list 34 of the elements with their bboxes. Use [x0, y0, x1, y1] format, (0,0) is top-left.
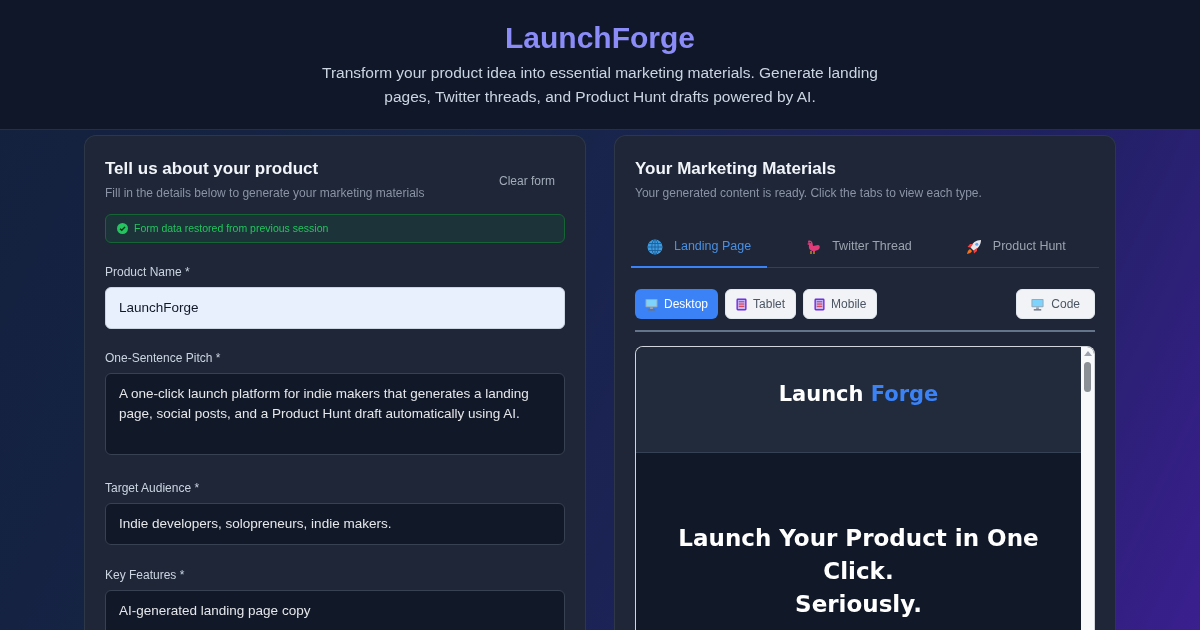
field-label: One-Sentence Pitch *	[105, 350, 222, 366]
tablet-icon	[736, 297, 748, 311]
panel-subtitle: Your generated content is ready. Click the tabs to view each type.	[635, 185, 983, 202]
view-toggle-button[interactable]: Desktop	[635, 289, 719, 319]
field-label: Product Name *	[105, 264, 191, 280]
app-tagline: Transform your product idea into essential marketing materials. Generate landing pages, Twitter threads, and Product Hunt drafts powered by AI.	[321, 63, 879, 107]
field-label: Target Audience *	[105, 480, 201, 496]
rocket-icon	[965, 238, 982, 255]
textarea-field[interactable]: A one-click launch platform for indie makers that generates a landing page, social posts, and a Product Hunt draft automatically using AI.	[105, 373, 565, 455]
app-title: LaunchForge	[505, 20, 695, 56]
text-input[interactable]: LaunchForge	[105, 287, 565, 329]
hero-headline: Launch Your Product in One Click. Seriously.	[677, 524, 1040, 619]
globe-icon	[647, 238, 663, 255]
brand-logo: Launch Forge	[778, 381, 939, 408]
view-toggle-button[interactable]: Tablet	[725, 289, 797, 319]
view-toggle-button[interactable]: Mobile	[803, 289, 878, 319]
field-label: Key Features *	[105, 567, 186, 583]
code-button[interactable]: Code	[1016, 289, 1095, 319]
clear-form-button[interactable]: Clear form	[489, 165, 565, 196]
check-circle-icon	[117, 223, 128, 234]
tab[interactable]: Landing Page	[631, 227, 768, 268]
panel-subtitle: Fill in the details below to generate your marketing materials	[105, 185, 425, 202]
notice-text: Form data restored from previous session	[134, 220, 329, 236]
bird-icon	[805, 238, 822, 255]
monitor-icon	[1031, 297, 1045, 311]
panel-title: Tell us about your product	[105, 158, 320, 180]
textarea-field[interactable]: AI-generated landing page copy	[105, 590, 565, 630]
text-input[interactable]: Indie developers, solopreneurs, indie makers.	[105, 503, 565, 545]
scrollbar[interactable]	[1081, 347, 1094, 630]
tablet-icon	[814, 297, 826, 311]
panel-title: Your Marketing Materials	[635, 158, 837, 180]
desktop-icon	[645, 297, 658, 311]
tab[interactable]: Product Hunt	[949, 227, 1082, 268]
tab[interactable]: Twitter Thread	[789, 227, 928, 268]
